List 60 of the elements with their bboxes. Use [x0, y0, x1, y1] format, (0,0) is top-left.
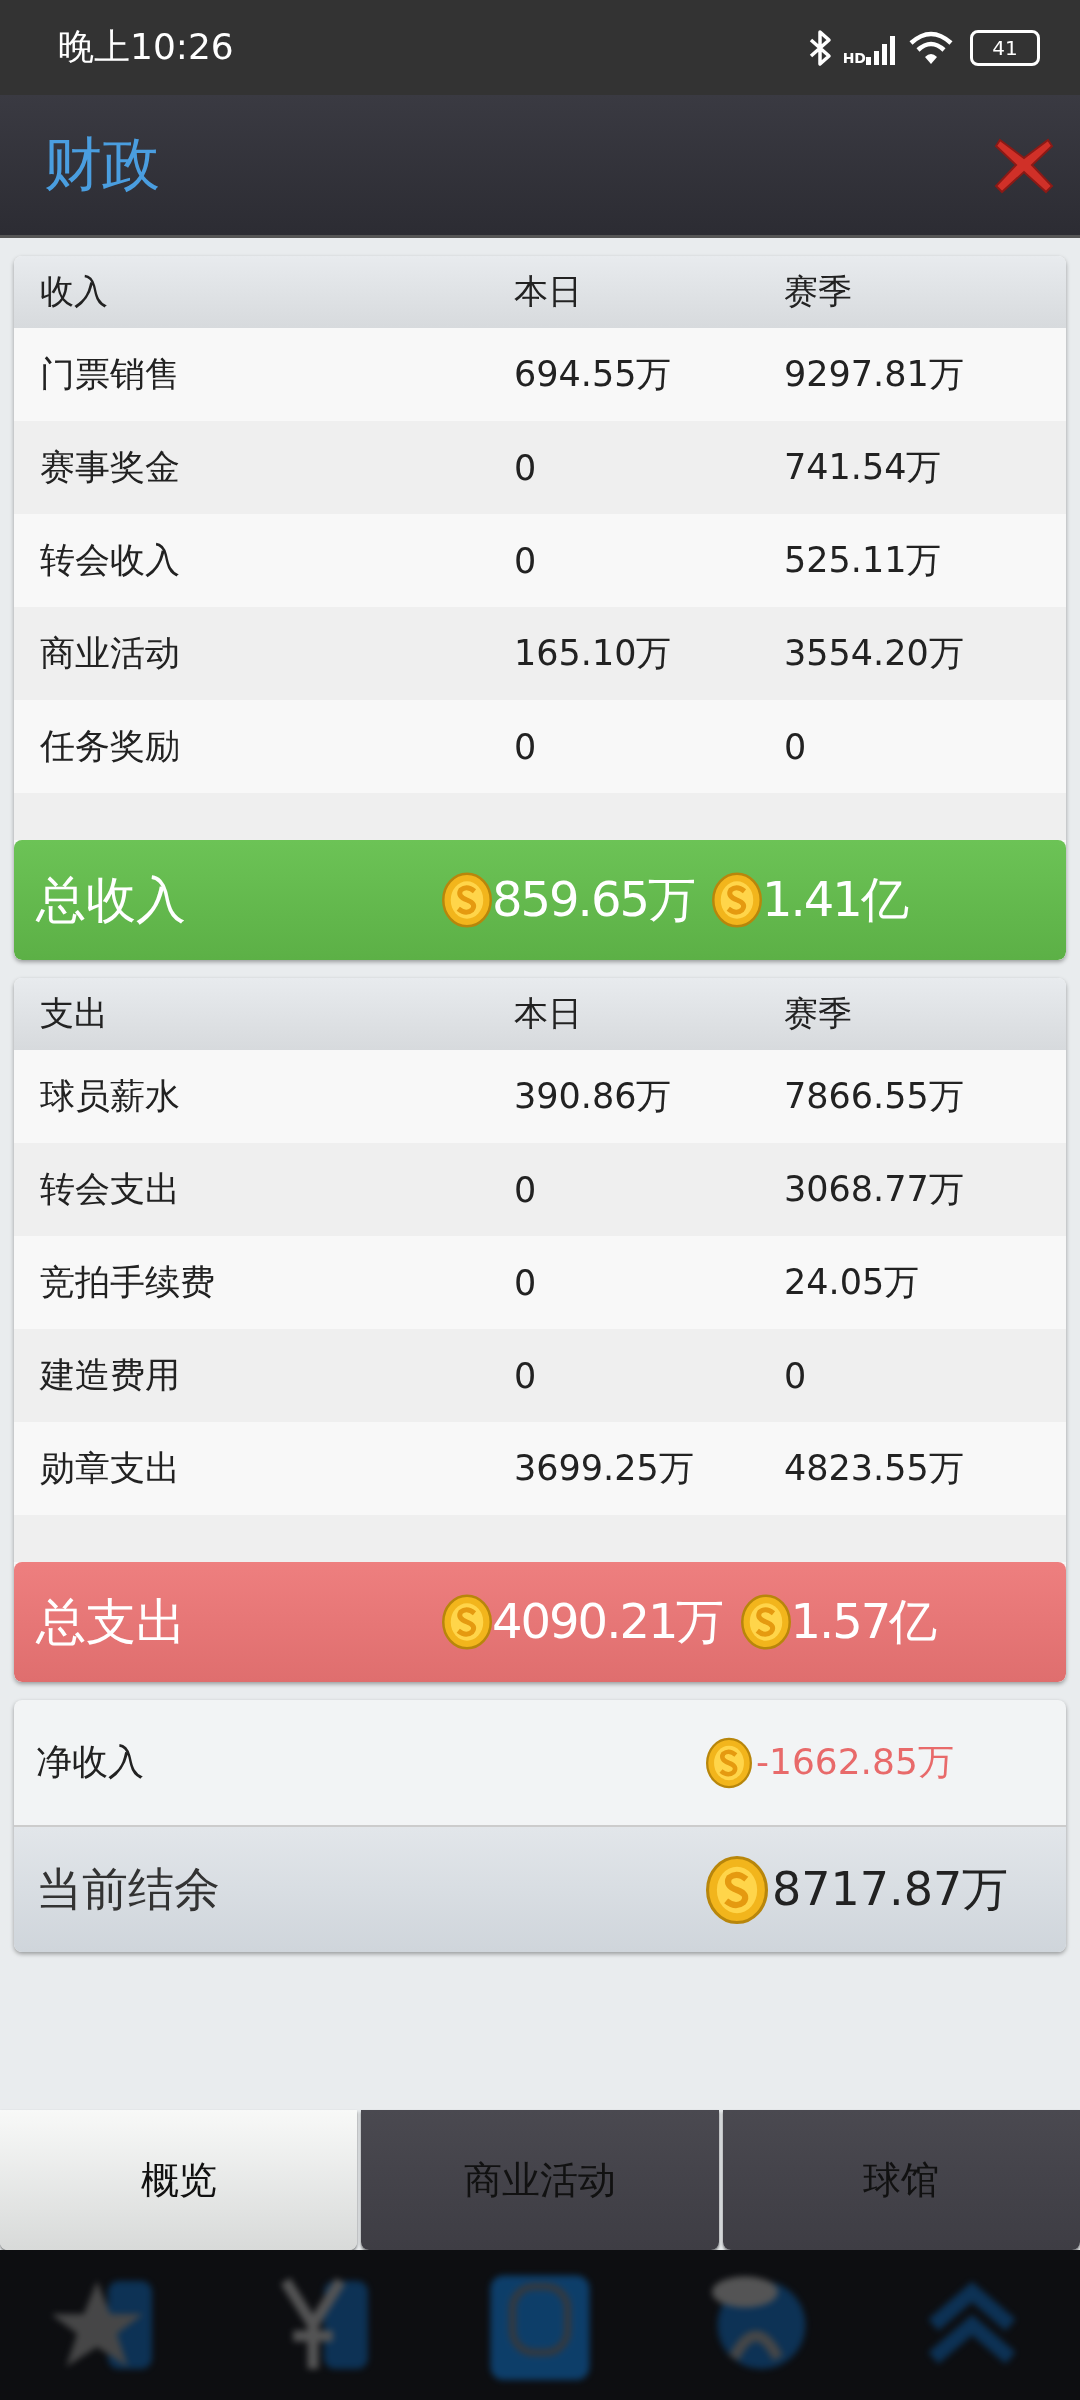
coin-icon	[442, 872, 492, 928]
total-value: 1.57亿	[790, 1592, 936, 1651]
table-cell-text: 390.86万	[514, 1075, 673, 1118]
table-cell-text: 球员薪水	[39, 1075, 181, 1118]
table-cell-text: 525.11万	[784, 539, 943, 582]
table-cell-text: 0	[514, 726, 538, 767]
total-value: 1.41亿	[761, 870, 907, 929]
table-cell-text: 0	[784, 726, 808, 767]
table-cell-text: 165.10万	[514, 632, 673, 675]
table-cell-text: 0	[514, 447, 538, 488]
table-cell-text: 0	[514, 1262, 538, 1303]
coin-icon	[442, 1594, 492, 1650]
coin-icon	[740, 1594, 791, 1650]
table-cell-text: 3068.77万	[784, 1168, 965, 1211]
net-income-label: 净收入	[36, 1740, 144, 1784]
column-header: 收入	[39, 270, 109, 313]
balance-label: 当前结余	[36, 1860, 220, 1918]
table-cell-text: 0	[514, 1169, 538, 1210]
table-cell-text: 7866.55万	[784, 1075, 965, 1118]
total-label: 总收入	[36, 869, 186, 931]
table-cell-text: 0	[784, 1355, 808, 1396]
table-cell-text: 建造费用	[39, 1354, 181, 1397]
column-header: 本日	[514, 992, 583, 1035]
network-label: HD	[842, 49, 866, 66]
net-income-value: -1662.85万	[756, 1740, 954, 1784]
table-cell-text: 商业活动	[39, 632, 181, 675]
table-cell-text: 694.55万	[514, 353, 673, 396]
total-label: 总支出	[36, 1591, 186, 1653]
total-value: 859.65万	[492, 870, 694, 929]
table-cell-text: 转会收入	[39, 539, 181, 582]
column-header: 本日	[514, 270, 583, 313]
column-header: 赛季	[784, 270, 853, 313]
tab[interactable]: 球馆	[722, 2110, 1080, 2250]
table-cell-text: 门票销售	[39, 353, 181, 396]
table-cell-text: 9297.81万	[784, 353, 965, 396]
status-time: 晚上10:26	[58, 25, 234, 69]
tab[interactable]: 商业活动	[361, 2110, 719, 2250]
battery-icon: 41	[970, 29, 1040, 66]
column-header: 支出	[39, 992, 109, 1035]
balance-value: 8717.87万	[772, 1860, 1009, 1918]
coin-icon	[706, 1736, 752, 1789]
table-cell-text: 任务奖励	[39, 725, 181, 768]
coin-icon	[706, 1853, 768, 1926]
table-cell-text: 24.05万	[784, 1261, 921, 1304]
total-value: 4090.21万	[492, 1592, 723, 1651]
coin-icon	[711, 872, 762, 928]
table-cell-text: 741.54万	[784, 446, 943, 489]
table-cell-text: 勋章支出	[39, 1447, 181, 1490]
table-cell-text: 3554.20万	[784, 632, 965, 675]
page-title: 财政	[44, 129, 160, 200]
tab[interactable]: 概览	[0, 2110, 358, 2250]
table-cell-text: 赛事奖金	[39, 446, 181, 489]
column-header: 赛季	[784, 992, 853, 1035]
table-cell-text: 0	[514, 1355, 538, 1396]
wifi-icon	[908, 29, 954, 66]
table-cell-text: 竞拍手续费	[39, 1261, 216, 1304]
table-cell-text: 4823.55万	[784, 1447, 965, 1490]
table-cell-text: 3699.25万	[514, 1447, 695, 1490]
table-cell-text: 转会支出	[39, 1168, 181, 1211]
table-cell-text: 0	[514, 540, 538, 581]
